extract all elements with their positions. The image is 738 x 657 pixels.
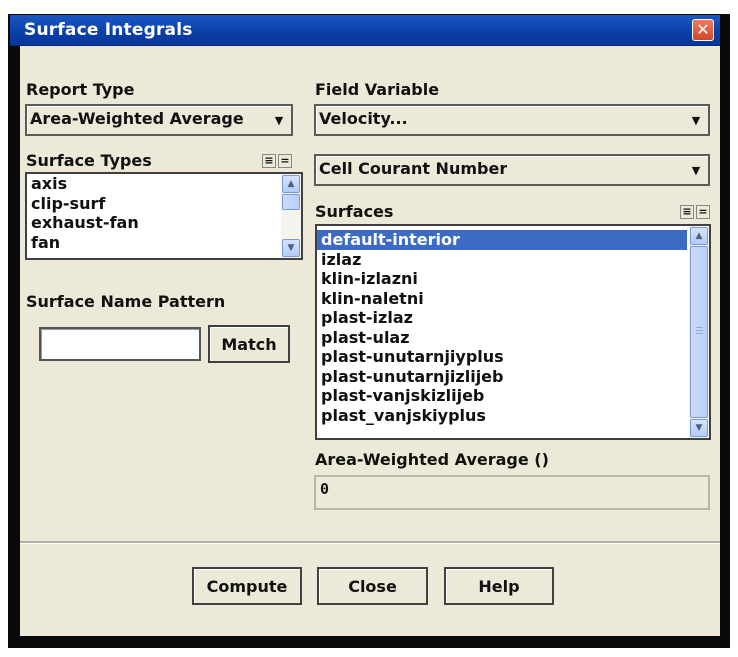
deselect-all-icon[interactable]: = — [278, 154, 292, 168]
list-item[interactable]: plast-unutarnjizlijeb — [317, 367, 709, 387]
close-button[interactable]: Close — [317, 567, 428, 605]
list-item[interactable]: plast_vanjskiyplus — [317, 406, 709, 426]
compute-button[interactable]: Compute — [192, 567, 302, 605]
chevron-down-icon[interactable]: ▼ — [686, 158, 706, 182]
list-item[interactable]: izlaz — [317, 250, 709, 270]
list-item[interactable]: plast-unutarnjiyplus — [317, 347, 709, 367]
report-type-value: Area-Weighted Average — [30, 109, 244, 128]
surface-types-label: Surface Types — [26, 151, 152, 170]
surface-types-scrollbar[interactable]: ▲ ▼ — [281, 174, 301, 258]
scroll-thumb[interactable] — [690, 246, 708, 418]
surfaces-label: Surfaces — [315, 202, 394, 221]
surface-types-select-buttons: ≡ = — [262, 154, 292, 168]
select-all-icon[interactable]: ≡ — [680, 205, 694, 219]
scroll-up-icon[interactable]: ▲ — [690, 227, 708, 245]
list-item[interactable]: clip-surf — [27, 194, 301, 214]
result-label: Area-Weighted Average () — [315, 450, 549, 469]
surface-name-pattern-label: Surface Name Pattern — [26, 292, 226, 311]
window-title: Surface Integrals — [24, 20, 193, 40]
list-item[interactable]: exhaust-fan — [27, 213, 301, 233]
field-variable-category-dropdown[interactable]: Velocity... ▼ — [314, 104, 710, 136]
scroll-down-icon[interactable]: ▼ — [282, 239, 300, 257]
scroll-up-icon[interactable]: ▲ — [282, 175, 300, 193]
close-window-button[interactable]: ✕ — [692, 19, 714, 41]
deselect-all-icon[interactable]: = — [696, 205, 710, 219]
surfaces-select-buttons: ≡ = — [680, 205, 710, 219]
report-type-label: Report Type — [26, 80, 135, 99]
list-item[interactable]: plast-vanjskizlijeb — [317, 386, 709, 406]
field-variable-category-value: Velocity... — [319, 109, 408, 128]
close-icon: ✕ — [696, 20, 710, 39]
field-variable-dropdown[interactable]: Cell Courant Number ▼ — [314, 154, 710, 186]
result-field: 0 — [314, 475, 710, 510]
chevron-down-icon[interactable]: ▼ — [269, 108, 289, 132]
field-variable-value: Cell Courant Number — [319, 159, 508, 178]
list-item[interactable]: axis — [27, 174, 301, 194]
surface-name-pattern-input[interactable] — [39, 327, 201, 361]
list-item[interactable]: plast-izlaz — [317, 308, 709, 328]
list-item-selected[interactable]: default-interior — [317, 230, 687, 250]
field-variable-label: Field Variable — [315, 80, 440, 99]
list-item[interactable]: klin-naletni — [317, 289, 709, 309]
title-bar[interactable]: Surface Integrals ✕ — [10, 15, 720, 46]
scroll-down-icon[interactable]: ▼ — [690, 419, 708, 437]
list-item[interactable]: klin-izlazni — [317, 269, 709, 289]
surfaces-list[interactable]: default-interior izlaz klin-izlazni klin… — [315, 224, 711, 440]
result-value: 0 — [320, 480, 330, 498]
divider — [20, 541, 720, 544]
help-button[interactable]: Help — [444, 567, 554, 605]
surface-types-list[interactable]: axis clip-surf exhaust-fan fan ▲ ▼ — [25, 172, 303, 260]
select-all-icon[interactable]: ≡ — [262, 154, 276, 168]
scroll-thumb[interactable] — [282, 194, 300, 210]
chevron-down-icon[interactable]: ▼ — [686, 108, 706, 132]
dialog-body: Report Type Area-Weighted Average ▼ Fiel… — [20, 46, 720, 636]
surfaces-scrollbar[interactable]: ▲ ▼ — [689, 226, 709, 438]
report-type-dropdown[interactable]: Area-Weighted Average ▼ — [25, 104, 293, 136]
list-item[interactable]: fan — [27, 233, 301, 253]
match-button[interactable]: Match — [208, 325, 290, 363]
list-item[interactable]: plast-ulaz — [317, 328, 709, 348]
